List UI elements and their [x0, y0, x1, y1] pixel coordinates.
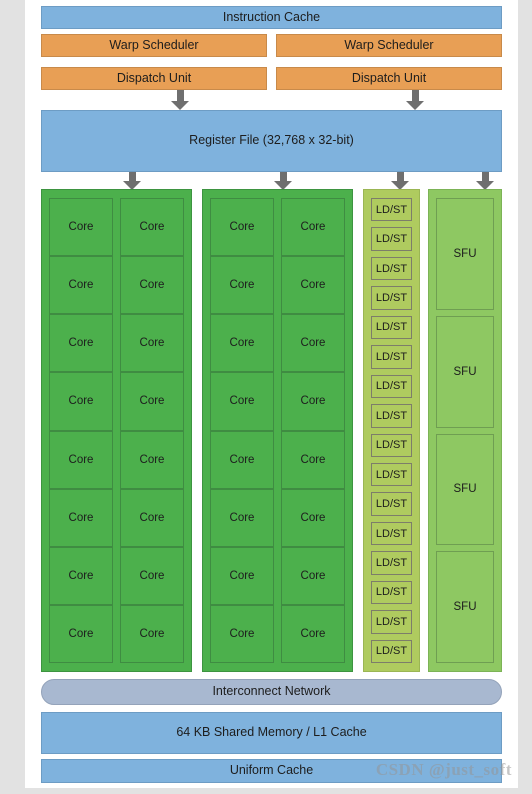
core-unit: Core [281, 256, 345, 315]
sfu-unit: SFU [436, 433, 494, 546]
core-unit: Core [49, 546, 113, 605]
core-unit: Core [120, 488, 184, 547]
core-unit: Core [49, 372, 113, 431]
arrow-head [406, 101, 424, 110]
core-column-0: Core Core Core Core Core Core Core Core Core Core… [41, 189, 192, 672]
core-row: Core Core [210, 430, 345, 489]
core-row: Core Core [210, 314, 345, 373]
core-row: Core Core [49, 314, 184, 373]
ldst-column: LD/ST LD/ST LD/ST LD/ST LD/ST LD/ST LD/ST LD/ST… [363, 189, 420, 672]
warp-scheduler-block-1: Warp Scheduler [276, 34, 502, 57]
ldst-unit: LD/ST [371, 492, 412, 516]
ldst-unit: LD/ST [371, 198, 412, 222]
core-unit: Core [210, 488, 274, 547]
warp-scheduler-block-0: Warp Scheduler [41, 34, 267, 57]
ldst-unit: LD/ST [371, 610, 412, 634]
csdn-watermark: CSDN @just_soft [375, 760, 512, 779]
core-unit: Core [49, 430, 113, 489]
ldst-unit: LD/ST [371, 639, 412, 663]
instruction-cache-block: Instruction Cache [41, 6, 502, 29]
core-unit: Core [210, 430, 274, 489]
core-unit: Core [120, 546, 184, 605]
core-unit: Core [120, 314, 184, 373]
core-unit: Core [49, 256, 113, 315]
core-row: Core Core [49, 256, 184, 315]
core-row: Core Core [49, 546, 184, 605]
arrow-stem [128, 172, 136, 181]
ldst-unit: LD/ST [371, 462, 412, 487]
ldst-unit: LD/ST [371, 580, 412, 605]
arrow-stem [279, 172, 287, 181]
dispatch-unit-block-1: Dispatch Unit [276, 67, 502, 90]
arrow-dispatch-to-register-file-1 [406, 90, 424, 110]
ldst-unit: LD/ST [371, 256, 412, 281]
core-row: Core Core [49, 430, 184, 489]
core-row: Core Core [49, 372, 184, 431]
core-unit: Core [210, 198, 274, 257]
interconnect-network-block: Interconnect Network [41, 679, 502, 705]
core-unit: Core [120, 372, 184, 431]
core-row: Core Core [49, 198, 184, 257]
core-row: Core Core [210, 604, 345, 663]
core-unit: Core [281, 314, 345, 373]
ldst-unit: LD/ST [371, 286, 412, 310]
core-unit: Core [120, 198, 184, 257]
ldst-unit: LD/ST [371, 433, 412, 457]
sfu-stack: SFU SFU SFU SFU [436, 198, 494, 663]
ldst-unit: LD/ST [371, 374, 412, 399]
core-unit: Core [281, 198, 345, 257]
core-row: Core Core [210, 256, 345, 315]
register-file-block: Register File (32,768 x 32-bit) [41, 110, 502, 172]
arrow-register-file-to-core-column-1 [274, 172, 292, 190]
ldst-stack: LD/ST LD/ST LD/ST LD/ST LD/ST LD/ST LD/ST LD/ST… [371, 198, 412, 663]
arrow-head [171, 101, 189, 110]
ldst-unit: LD/ST [371, 315, 412, 340]
core-row: Core Core [49, 604, 184, 663]
core-unit: Core [210, 314, 274, 373]
ldst-unit: LD/ST [371, 404, 412, 428]
core-row: Core Core [210, 488, 345, 547]
core-row: Core Core [49, 488, 184, 547]
diagram-card: Instruction Cache Warp Scheduler Warp Sc… [25, 0, 518, 788]
sfu-column: SFU SFU SFU SFU [428, 189, 502, 672]
core-unit: Core [210, 546, 274, 605]
sfu-unit: SFU [436, 315, 494, 428]
core-unit: Core [281, 372, 345, 431]
core-unit: Core [281, 430, 345, 489]
arrow-stem [481, 172, 489, 181]
arrow-register-file-to-sfu-column [476, 172, 494, 190]
ldst-unit: LD/ST [371, 227, 412, 251]
core-unit: Core [210, 372, 274, 431]
core-unit: Core [120, 430, 184, 489]
arrow-register-file-to-ldst-column [391, 172, 409, 190]
sfu-unit: SFU [436, 551, 494, 663]
ldst-unit: LD/ST [371, 345, 412, 369]
core-unit: Core [210, 604, 274, 663]
arrow-stem [411, 90, 419, 101]
core-row: Core Core [210, 372, 345, 431]
arrow-dispatch-to-register-file-0 [171, 90, 189, 110]
core-unit: Core [210, 256, 274, 315]
ldst-unit: LD/ST [371, 551, 412, 575]
core-unit: Core [281, 546, 345, 605]
core-column-1: Core Core Core Core Core Core Core Core Core Core… [202, 189, 353, 672]
ldst-unit: LD/ST [371, 521, 412, 546]
core-unit: Core [49, 488, 113, 547]
sfu-unit: SFU [436, 198, 494, 310]
core-row: Core Core [210, 198, 345, 257]
shared-memory-l1-cache-block: 64 KB Shared Memory / L1 Cache [41, 712, 502, 754]
core-unit: Core [120, 256, 184, 315]
arrow-stem [176, 90, 184, 101]
core-unit: Core [49, 198, 113, 257]
core-unit: Core [281, 604, 345, 663]
core-unit: Core [49, 604, 113, 663]
core-unit: Core [120, 604, 184, 663]
core-row: Core Core [210, 546, 345, 605]
arrow-stem [396, 172, 404, 181]
core-unit: Core [281, 488, 345, 547]
dispatch-unit-block-0: Dispatch Unit [41, 67, 267, 90]
core-unit: Core [49, 314, 113, 373]
arrow-register-file-to-core-column-0 [123, 172, 141, 190]
